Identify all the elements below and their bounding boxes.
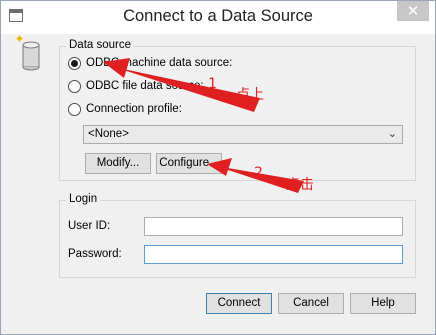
annotation-arrowhead-1 [103, 58, 130, 78]
annotation-text-2: 点击 [286, 177, 314, 193]
annotation-number-2: 2 [254, 165, 263, 181]
annotation-number-1: 1 [208, 76, 217, 92]
annotation-overlay [103, 58, 304, 193]
annotation-arrowhead-2 [207, 158, 232, 176]
annotation-text-1: 点上 [236, 87, 264, 103]
